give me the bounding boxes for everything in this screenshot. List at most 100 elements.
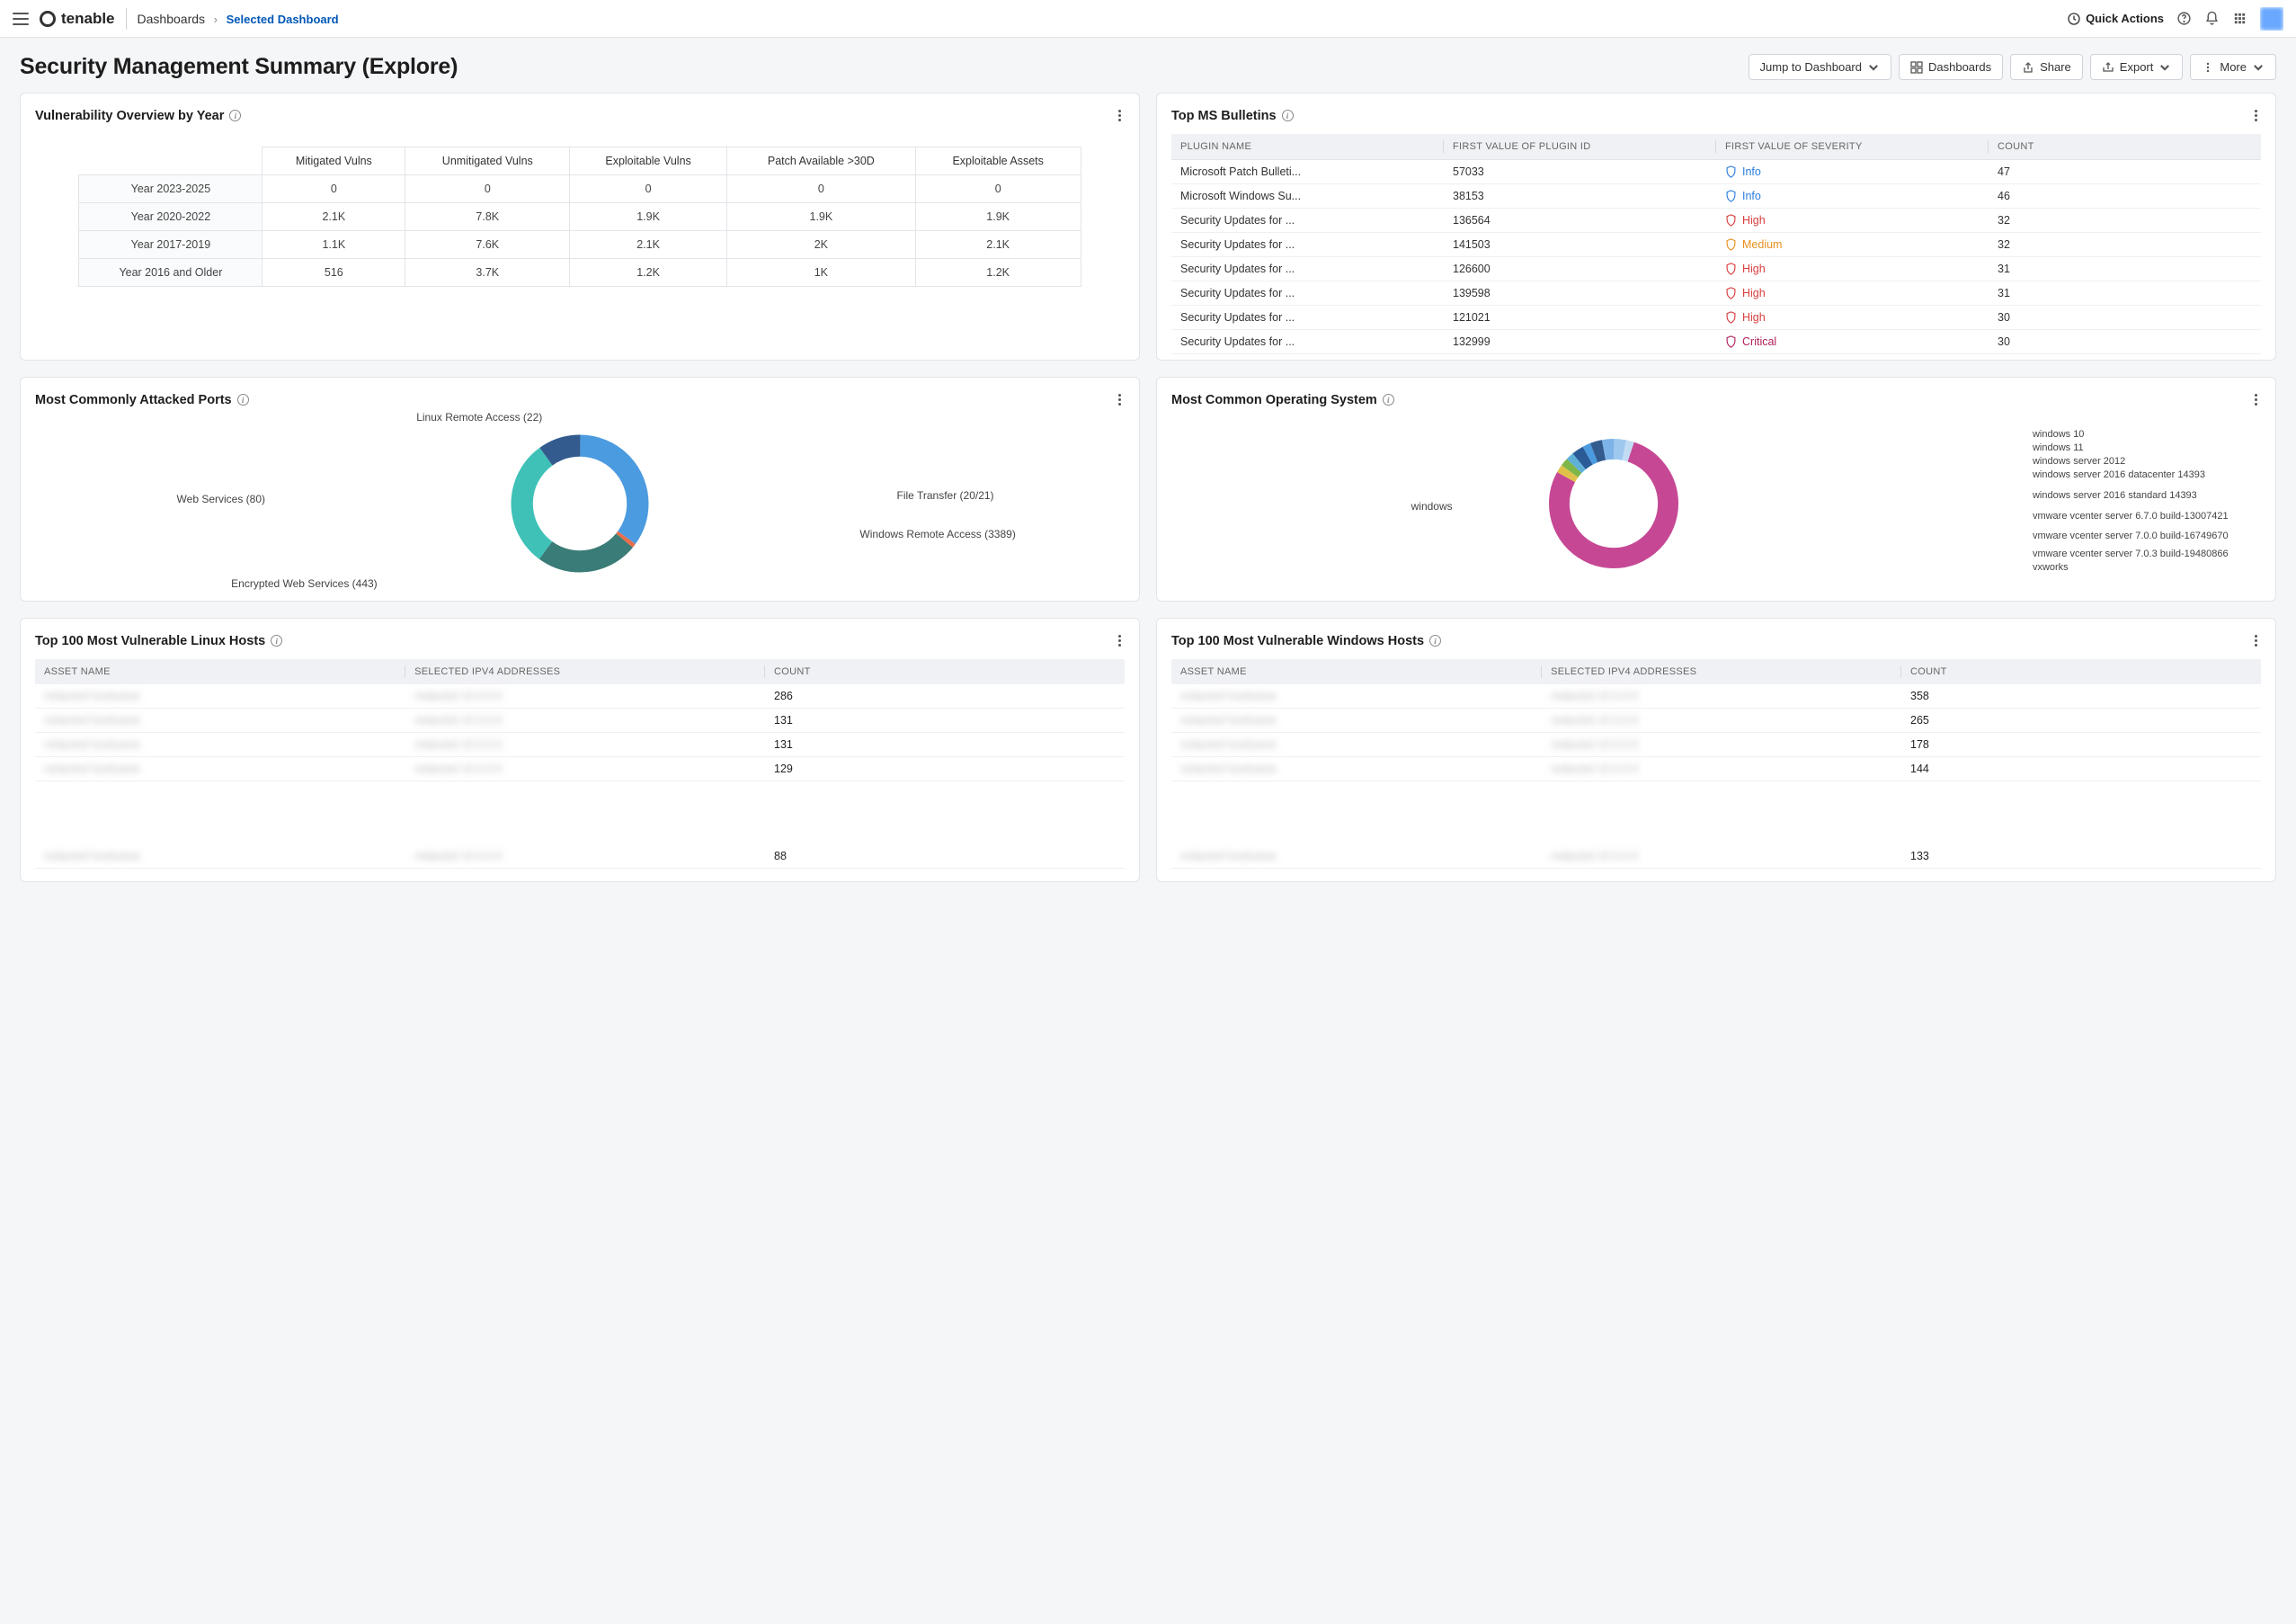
donut-label: Linux Remote Access (22) — [416, 411, 542, 424]
col-header[interactable]: PLUGIN NAME — [1171, 134, 1444, 160]
asset-name: redacted hostname — [1171, 844, 1542, 869]
asset-name: redacted hostname — [1171, 684, 1542, 709]
ip-address: redacted 10.0.0.0 — [1542, 684, 1901, 709]
card-title: Most Commonly Attacked Ports — [35, 393, 232, 407]
bell-icon[interactable] — [2204, 11, 2220, 26]
count: 133 — [1901, 844, 2261, 869]
col-header[interactable]: COUNT — [765, 659, 1125, 684]
share-button[interactable]: Share — [2010, 54, 2083, 80]
card-title: Most Common Operating System — [1171, 393, 1377, 407]
avatar[interactable] — [2260, 7, 2283, 31]
table-row[interactable]: Microsoft Windows Su...38153Info46 — [1171, 184, 2261, 209]
page-actions: Jump to Dashboard Dashboards Share Expor… — [1749, 54, 2276, 80]
quick-actions-link[interactable]: Quick Actions — [2067, 12, 2164, 26]
card-windows-hosts: Top 100 Most Vulnerable Windows Hosts i … — [1156, 618, 2276, 882]
plugin-name: Microsoft Patch Bulleti... — [1171, 160, 1444, 184]
table-row[interactable]: redacted hostnameredacted 10.0.0.0129 — [35, 757, 1125, 781]
info-icon[interactable]: i — [1383, 394, 1394, 406]
severity: Info — [1716, 160, 1989, 184]
info-icon[interactable]: i — [237, 394, 249, 406]
row-label: Year 2023-2025 — [79, 175, 263, 203]
chevron-down-icon — [2252, 61, 2265, 74]
col-header[interactable]: ASSET NAME — [1171, 659, 1542, 684]
breadcrumb: Dashboards › Selected Dashboard — [138, 12, 339, 26]
asset-name: redacted hostname — [1171, 709, 1542, 733]
table-row[interactable]: Security Updates for ...121021High30 — [1171, 306, 2261, 330]
table-row[interactable]: Security Updates for ...139598High31 — [1171, 281, 2261, 306]
dashboards-button[interactable]: Dashboards — [1899, 54, 2003, 80]
table-row[interactable]: redacted hostnameredacted 10.0.0.0358 — [1171, 684, 2261, 709]
severity: High — [1716, 209, 1989, 233]
grid-icon — [1910, 61, 1923, 74]
col-header[interactable]: FIRST VALUE OF PLUGIN ID — [1444, 134, 1716, 160]
card-title: Vulnerability Overview by Year — [35, 109, 224, 123]
chevron-down-icon — [1867, 61, 1880, 74]
info-icon[interactable]: i — [229, 110, 241, 121]
asset-name: redacted hostname — [1171, 733, 1542, 757]
bulletins-table: PLUGIN NAME FIRST VALUE OF PLUGIN ID FIR… — [1171, 134, 2261, 354]
card-title: Top 100 Most Vulnerable Windows Hosts — [1171, 634, 1424, 648]
asset-name: redacted hostname — [35, 757, 405, 781]
count: 30 — [1989, 306, 2261, 330]
plugin-name: Security Updates for ... — [1171, 257, 1444, 281]
jump-to-dashboard-button[interactable]: Jump to Dashboard — [1749, 54, 1891, 80]
menu-toggle[interactable] — [13, 13, 29, 25]
table-row[interactable]: redacted hostnameredacted 10.0.0.0286 — [35, 684, 1125, 709]
os-legend: windows 10 windows 11 windows server 201… — [2033, 428, 2229, 575]
count: 47 — [1989, 160, 2261, 184]
col-header[interactable]: SELECTED IPV4 ADDRESSES — [405, 659, 765, 684]
plugin-id: 126600 — [1444, 257, 1716, 281]
share-icon — [2022, 61, 2034, 74]
plugin-id: 121021 — [1444, 306, 1716, 330]
table-row[interactable]: redacted hostnameredacted 10.0.0.0265 — [1171, 709, 2261, 733]
os-donut-chart — [1542, 432, 1686, 576]
card-menu[interactable] — [2251, 390, 2261, 409]
apps-icon[interactable] — [2232, 11, 2247, 26]
table-row[interactable]: redacted hostnameredacted 10.0.0.088 — [35, 844, 1125, 869]
more-button[interactable]: More — [2190, 54, 2276, 80]
table-row[interactable]: redacted hostnameredacted 10.0.0.0144 — [1171, 757, 2261, 781]
export-label: Export — [2120, 60, 2154, 74]
breadcrumb-separator: › — [214, 13, 218, 26]
table-row[interactable]: redacted hostnameredacted 10.0.0.0131 — [35, 733, 1125, 757]
table-row[interactable]: redacted hostnameredacted 10.0.0.0133 — [1171, 844, 2261, 869]
logo-icon — [40, 11, 56, 27]
col-header[interactable]: SELECTED IPV4 ADDRESSES — [1542, 659, 1901, 684]
table-row[interactable]: Security Updates for ...141503Medium32 — [1171, 233, 2261, 257]
plugin-id: 38153 — [1444, 184, 1716, 209]
table-row[interactable]: redacted hostnameredacted 10.0.0.0178 — [1171, 733, 2261, 757]
help-icon[interactable] — [2176, 11, 2192, 26]
count: 265 — [1901, 709, 2261, 733]
info-icon[interactable]: i — [271, 635, 282, 647]
info-icon[interactable]: i — [1282, 110, 1294, 121]
card-menu[interactable] — [2251, 106, 2261, 125]
table-row[interactable]: Security Updates for ...126600High31 — [1171, 257, 2261, 281]
count: 131 — [765, 733, 1125, 757]
col-header[interactable]: COUNT — [1989, 134, 2261, 160]
breadcrumb-current[interactable]: Selected Dashboard — [227, 13, 339, 26]
info-icon[interactable]: i — [1429, 635, 1441, 647]
count: 88 — [765, 844, 1125, 869]
col-header: Unmitigated Vulns — [405, 147, 570, 175]
col-header[interactable]: COUNT — [1901, 659, 2261, 684]
clock-icon — [2067, 12, 2081, 26]
card-menu[interactable] — [1115, 631, 1125, 650]
card-menu[interactable] — [2251, 631, 2261, 650]
plugin-name: Security Updates for ... — [1171, 281, 1444, 306]
table-row[interactable]: Security Updates for ...136564High32 — [1171, 209, 2261, 233]
col-header[interactable]: ASSET NAME — [35, 659, 405, 684]
table-row[interactable]: Microsoft Patch Bulleti...57033Info47 — [1171, 160, 2261, 184]
donut-label: windows — [1411, 500, 1453, 513]
col-header: Exploitable Assets — [915, 147, 1081, 175]
plugin-name: Security Updates for ... — [1171, 209, 1444, 233]
export-button[interactable]: Export — [2090, 54, 2184, 80]
card-menu[interactable] — [1115, 106, 1125, 125]
brand-logo[interactable]: tenable — [40, 10, 115, 28]
col-header[interactable]: FIRST VALUE OF SEVERITY — [1716, 134, 1989, 160]
breadcrumb-root[interactable]: Dashboards — [138, 12, 206, 26]
table-row[interactable]: redacted hostnameredacted 10.0.0.0131 — [35, 709, 1125, 733]
card-ports: Most Commonly Attacked Ports i Linux Rem… — [20, 377, 1140, 602]
jump-label: Jump to Dashboard — [1760, 60, 1862, 74]
card-menu[interactable] — [1115, 390, 1125, 409]
table-row[interactable]: Security Updates for ...132999Critical30 — [1171, 330, 2261, 354]
